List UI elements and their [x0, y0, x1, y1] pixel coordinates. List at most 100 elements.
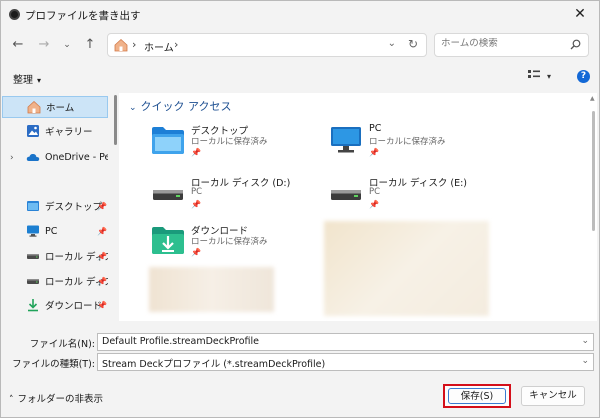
sidebar-item-label: OneDrive - Perso — [45, 151, 108, 163]
tile-pc[interactable]: PC ローカルに保存済み 📌 — [325, 119, 475, 165]
breadcrumb-home[interactable]: ホーム — [144, 39, 174, 54]
title-bar: プロファイルを書き出す ✕ — [1, 1, 599, 29]
tile-status: ローカルに保存済み — [191, 137, 268, 147]
scroll-up-icon[interactable]: ▲ — [590, 95, 595, 102]
sidebar-item-label: PC — [45, 225, 58, 237]
sidebar-scrollbar[interactable] — [114, 95, 117, 145]
drive-icon — [329, 177, 361, 207]
pin-icon: 📌 — [97, 226, 107, 236]
pin-icon: 📌 — [191, 200, 201, 209]
save-button-label: 保存(S) — [448, 388, 506, 404]
tile-name: ローカル ディスク (D:) — [191, 178, 291, 189]
sidebar-item-label: ホーム — [46, 103, 75, 114]
tile-local-disk-d[interactable]: ローカル ディスク (D:) PC 📌 — [147, 171, 297, 217]
download-icon — [151, 225, 184, 255]
filetype-label: ファイルの種類(T): — [12, 359, 95, 370]
chevron-down-icon[interactable]: ⌄ — [581, 336, 589, 346]
pin-icon: 📌 — [97, 251, 107, 261]
view-options-icon[interactable] — [528, 70, 540, 84]
tile-desktop[interactable]: デスクトップ ローカルに保存済み 📌 — [147, 119, 297, 165]
sidebar-item-gallery[interactable]: ギャラリー — [2, 120, 108, 142]
sidebar-item-local-disk-d[interactable]: ローカル ディスク 📌 — [2, 245, 108, 267]
view-dropdown-icon[interactable]: ▾ — [547, 72, 551, 81]
organize-label: 整理 — [13, 75, 33, 86]
collapse-chevron-icon: ⌄ — [129, 103, 137, 113]
forward-icon[interactable]: → — [33, 34, 55, 56]
sidebar-item-label: ダウンロード — [45, 301, 103, 312]
chevron-down-icon: ▾ — [37, 76, 42, 85]
up-icon[interactable]: ↑ — [79, 34, 101, 56]
save-button[interactable]: 保存(S) — [443, 384, 511, 408]
tile-status: PC — [191, 187, 203, 197]
drive-icon — [26, 274, 40, 288]
download-icon — [26, 298, 40, 312]
filename-value[interactable]: Default Profile.streamDeckProfile — [102, 336, 259, 347]
tile-local-disk-e[interactable]: ローカル ディスク (E:) PC 📌 — [325, 171, 475, 217]
refresh-icon[interactable]: ↻ — [408, 37, 418, 51]
content-scrollbar[interactable]: ▲ — [590, 95, 595, 311]
recent-locations-icon[interactable]: ⌄ — [56, 34, 78, 56]
pin-icon: 📌 — [191, 248, 201, 257]
file-list: ⌄ クイック アクセス デスクトップ ローカルに保存済み 📌 PC ローカルに保存… — [119, 93, 597, 321]
gallery-icon — [26, 124, 40, 138]
tile-status: PC — [369, 187, 381, 197]
sidebar-item-downloads[interactable]: ダウンロード 📌 — [2, 294, 108, 316]
tile-name: PC — [369, 123, 382, 134]
tile-name: ローカル ディスク (E:) — [369, 178, 467, 189]
pin-icon: 📌 — [97, 300, 107, 310]
tile-status: ローカルに保存済み — [191, 237, 268, 247]
blurred-thumbnail[interactable] — [149, 267, 274, 312]
sidebar-item-onedrive[interactable]: OneDrive - Perso — [2, 146, 108, 168]
desktop-folder-icon — [151, 125, 184, 155]
filename-label: ファイル名(N): — [29, 339, 95, 350]
sidebar-item-pc[interactable]: PC 📌 — [2, 220, 108, 242]
filetype-value: Stream Deckプロファイル (*.streamDeckProfile) — [102, 359, 326, 370]
address-bar[interactable]: › ホーム › ⌄ ↻ — [107, 33, 427, 57]
chevron-down-icon[interactable]: ⌄ — [581, 356, 589, 366]
organize-menu[interactable]: 整理 ▾ — [13, 71, 41, 86]
sidebar-item-desktop[interactable]: デスクトップ 📌 — [2, 195, 108, 217]
search-box[interactable] — [434, 33, 589, 57]
pin-icon: 📌 — [97, 276, 107, 286]
app-icon — [9, 9, 20, 20]
breadcrumb-separator-icon[interactable]: › — [174, 38, 178, 51]
address-dropdown-icon[interactable]: ⌄ — [388, 38, 396, 49]
navigation-pane: ホーム ギャラリー › OneDrive - Perso デスクトップ 📌 PC… — [1, 93, 114, 321]
filename-field[interactable]: Default Profile.streamDeckProfile ⌄ — [97, 333, 594, 351]
chevron-up-icon: ˄ — [9, 395, 14, 405]
sidebar-item-local-disk-e[interactable]: ローカル ディスク 📌 — [2, 270, 108, 292]
back-icon[interactable]: ← — [7, 34, 29, 56]
drive-icon — [151, 177, 183, 207]
sidebar-item-label: ギャラリー — [45, 127, 93, 138]
cloud-icon — [26, 150, 40, 164]
search-input[interactable] — [441, 38, 561, 49]
help-icon[interactable]: ? — [577, 70, 590, 83]
home-icon — [27, 100, 41, 114]
sidebar-item-home[interactable]: ホーム — [2, 96, 108, 118]
tile-downloads[interactable]: ダウンロード ローカルに保存済み 📌 — [147, 219, 297, 265]
drive-icon — [26, 249, 40, 263]
tile-status: ローカルに保存済み — [369, 137, 446, 147]
save-dialog: プロファイルを書き出す ✕ ← → ⌄ ↑ › ホーム › ⌄ ↻ 整理▾ ▾ … — [0, 0, 600, 418]
close-icon[interactable]: ✕ — [569, 4, 591, 24]
desktop-folder-icon — [26, 199, 40, 213]
hide-folders-label: フォルダーの非表示 — [17, 394, 104, 405]
cancel-button[interactable]: キャンセル — [521, 386, 585, 406]
dialog-footer: ˄ フォルダーの非表示 保存(S) キャンセル — [1, 373, 599, 417]
window-title: プロファイルを書き出す — [25, 10, 141, 22]
sidebar-item-label: デスクトップ — [45, 202, 103, 213]
scroll-thumb[interactable] — [592, 111, 595, 231]
home-icon — [114, 38, 128, 55]
pin-icon: 📌 — [97, 201, 107, 211]
search-icon[interactable] — [570, 39, 581, 53]
pin-icon: 📌 — [369, 148, 379, 157]
pin-icon: 📌 — [191, 148, 201, 157]
breadcrumb-separator-icon: › — [132, 38, 137, 51]
blurred-thumbnail[interactable] — [324, 221, 489, 316]
hide-folders-button[interactable]: ˄ フォルダーの非表示 — [9, 391, 103, 405]
quick-access-header[interactable]: ⌄ クイック アクセス — [129, 98, 232, 114]
pin-icon: 📌 — [369, 200, 379, 209]
filetype-select[interactable]: Stream Deckプロファイル (*.streamDeckProfile) … — [97, 353, 594, 371]
pc-icon — [26, 224, 40, 238]
pc-icon — [329, 125, 361, 155]
